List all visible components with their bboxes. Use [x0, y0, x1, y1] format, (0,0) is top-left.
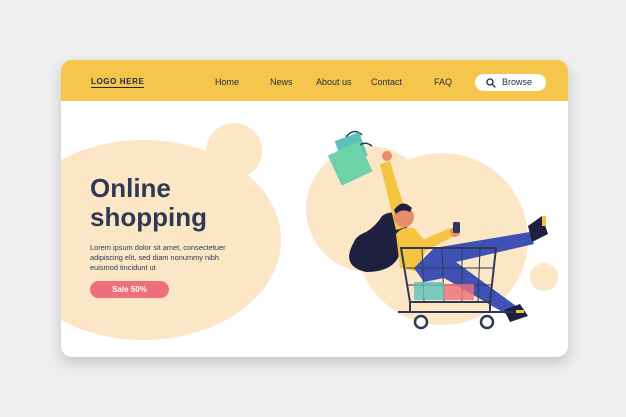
description-line-2: adipiscing elit, sed diam nonummy nibh — [90, 253, 219, 262]
shopping-cart-illustration — [327, 130, 548, 330]
shopping-bags-icon — [327, 130, 373, 186]
nav-contact[interactable]: Contact — [371, 77, 402, 88]
title-line-1: Online — [90, 173, 171, 203]
hero-description: Lorem ipsum dolor sit amet, consectetuer… — [90, 243, 280, 273]
browse-label: Browse — [502, 77, 533, 87]
nav-faq[interactable]: FAQ — [434, 77, 452, 88]
nav-about-us[interactable]: About us — [316, 77, 352, 88]
description-line-1: Lorem ipsum dolor sit amet, consectetuer — [90, 243, 226, 252]
landing-page-card: LOGO HERE Home News About us Contact FAQ… — [61, 60, 568, 357]
logo[interactable]: LOGO HERE — [91, 77, 145, 88]
sale-button[interactable]: Sale 50% — [90, 281, 169, 298]
description-line-3: euismod tincidunt ut — [90, 263, 156, 272]
search-icon — [486, 78, 496, 88]
decor-blob-small — [206, 123, 262, 179]
top-nav-bar: LOGO HERE Home News About us Contact FAQ… — [61, 60, 568, 101]
nav-news[interactable]: News — [270, 77, 293, 88]
nav-home[interactable]: Home — [215, 77, 239, 88]
browse-button[interactable]: Browse — [475, 74, 546, 91]
title-line-2: shopping — [90, 202, 207, 232]
page-title: Online shopping — [90, 174, 207, 232]
